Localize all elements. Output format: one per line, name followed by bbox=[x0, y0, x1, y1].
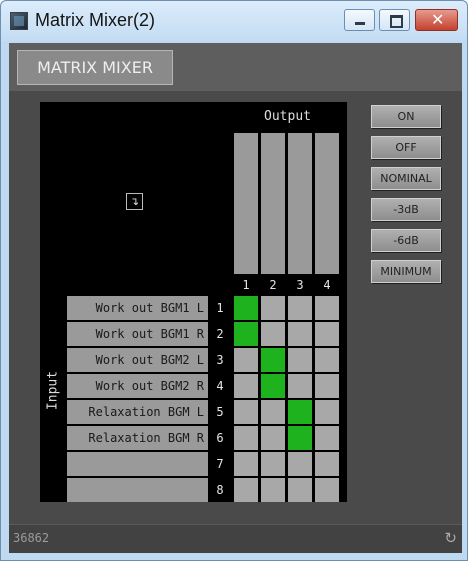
input-number: 6 bbox=[216, 431, 224, 445]
crosspoint-in3-out4[interactable] bbox=[315, 348, 339, 372]
input-number: 3 bbox=[216, 353, 224, 367]
input-number: 2 bbox=[216, 327, 224, 341]
panel-header: MATRIX MIXER bbox=[9, 43, 462, 91]
crosspoint-in5-out3[interactable] bbox=[288, 400, 312, 424]
input-channel-label: Work out BGM2 R bbox=[67, 374, 208, 398]
minimize-icon bbox=[355, 22, 365, 25]
crosspoint-in1-out2[interactable] bbox=[261, 296, 285, 320]
crosspoint-in3-out1[interactable] bbox=[234, 348, 258, 372]
crosspoint-in5-out1[interactable] bbox=[234, 400, 258, 424]
input-number: 1 bbox=[216, 301, 224, 315]
crosspoint-in7-out2[interactable] bbox=[261, 452, 285, 476]
crosspoint-in2-out1[interactable] bbox=[234, 322, 258, 346]
crosspoint-in2-out2[interactable] bbox=[261, 322, 285, 346]
crosspoint-in5-out2[interactable] bbox=[261, 400, 285, 424]
crosspoint-in2-out4[interactable] bbox=[315, 322, 339, 346]
on-button[interactable]: ON bbox=[371, 105, 441, 128]
matrix-corner: ↴ bbox=[40, 102, 233, 295]
input-number: 5 bbox=[216, 405, 224, 419]
status-bar: 36862 ↻ bbox=[9, 524, 462, 553]
crosspoint-in7-out1[interactable] bbox=[234, 452, 258, 476]
window-title: Matrix Mixer(2) bbox=[35, 10, 155, 30]
output-header: Output bbox=[264, 109, 311, 124]
minus-3db-button[interactable]: -3dB bbox=[371, 198, 441, 221]
maximize-button[interactable] bbox=[379, 9, 410, 31]
crosspoint-in4-out3[interactable] bbox=[288, 374, 312, 398]
crosspoint-in4-out2[interactable] bbox=[261, 374, 285, 398]
refresh-icon[interactable]: ↻ bbox=[444, 530, 457, 546]
crosspoint-in4-out1[interactable] bbox=[234, 374, 258, 398]
crosspoint-in8-out4[interactable] bbox=[315, 478, 339, 502]
crosspoint-in2-out3[interactable] bbox=[288, 322, 312, 346]
close-button[interactable]: ✕ bbox=[415, 9, 458, 31]
corner-arrow-icon[interactable]: ↴ bbox=[126, 193, 143, 210]
input-channel-label: Work out BGM1 R bbox=[67, 322, 208, 346]
status-id: 36862 bbox=[13, 531, 50, 545]
input-header: Input bbox=[40, 295, 66, 502]
crosspoint-in5-out4[interactable] bbox=[315, 400, 339, 424]
mixer-panel: MATRIX MIXER ↴ Output Input 1 2 3 4 Work out… bbox=[9, 43, 462, 553]
input-channel-label: Work out BGM2 L bbox=[67, 348, 208, 372]
panel-tab-matrix-mixer: MATRIX MIXER bbox=[17, 50, 173, 85]
input-number: 8 bbox=[216, 483, 224, 497]
crosspoint-in6-out3[interactable] bbox=[288, 426, 312, 450]
minimum-button[interactable]: MINIMUM bbox=[371, 260, 441, 283]
crosspoint-in6-out2[interactable] bbox=[261, 426, 285, 450]
close-icon: ✕ bbox=[431, 10, 445, 29]
crosspoint-in6-out4[interactable] bbox=[315, 426, 339, 450]
input-channel-label bbox=[67, 478, 208, 502]
crosspoint-in1-out4[interactable] bbox=[315, 296, 339, 320]
output-strip-1 bbox=[234, 133, 258, 274]
input-channel-label bbox=[67, 452, 208, 476]
crosspoint-in4-out4[interactable] bbox=[315, 374, 339, 398]
minus-6db-button[interactable]: -6dB bbox=[371, 229, 441, 252]
input-channel-label: Relaxation BGM L bbox=[67, 400, 208, 424]
input-header-label: Input bbox=[45, 370, 61, 411]
off-button[interactable]: OFF bbox=[371, 136, 441, 159]
nominal-button[interactable]: NOMINAL bbox=[371, 167, 441, 190]
crosspoint-in7-out4[interactable] bbox=[315, 452, 339, 476]
output-number: 1 bbox=[242, 278, 250, 292]
crosspoint-in6-out1[interactable] bbox=[234, 426, 258, 450]
minimize-button[interactable] bbox=[344, 9, 375, 31]
output-number: 3 bbox=[296, 278, 304, 292]
output-strip-3 bbox=[288, 133, 312, 274]
matrix-grid: ↴ Output Input 1 2 3 4 Work out BGM1 L 1 Work … bbox=[40, 102, 347, 502]
crosspoint-in3-out3[interactable] bbox=[288, 348, 312, 372]
output-number: 2 bbox=[269, 278, 277, 292]
output-number: 4 bbox=[323, 278, 331, 292]
input-number: 4 bbox=[216, 379, 224, 393]
crosspoint-in8-out2[interactable] bbox=[261, 478, 285, 502]
crosspoint-in1-out1[interactable] bbox=[234, 296, 258, 320]
crosspoint-in3-out2[interactable] bbox=[261, 348, 285, 372]
maximize-icon bbox=[390, 15, 403, 28]
crosspoint-in7-out3[interactable] bbox=[288, 452, 312, 476]
input-channel-label: Work out BGM1 L bbox=[67, 296, 208, 320]
crosspoint-in1-out3[interactable] bbox=[288, 296, 312, 320]
crosspoint-in8-out1[interactable] bbox=[234, 478, 258, 502]
input-channel-label: Relaxation BGM R bbox=[67, 426, 208, 450]
input-number: 7 bbox=[216, 457, 224, 471]
matrix-mixer-window: Matrix Mixer(2) ✕ MATRIX MIXER ↴ Output … bbox=[0, 0, 468, 561]
title-bar[interactable]: Matrix Mixer(2) ✕ bbox=[1, 1, 467, 41]
output-strip-2 bbox=[261, 133, 285, 274]
crosspoint-in8-out3[interactable] bbox=[288, 478, 312, 502]
app-icon bbox=[10, 12, 28, 30]
output-strip-4 bbox=[315, 133, 339, 274]
